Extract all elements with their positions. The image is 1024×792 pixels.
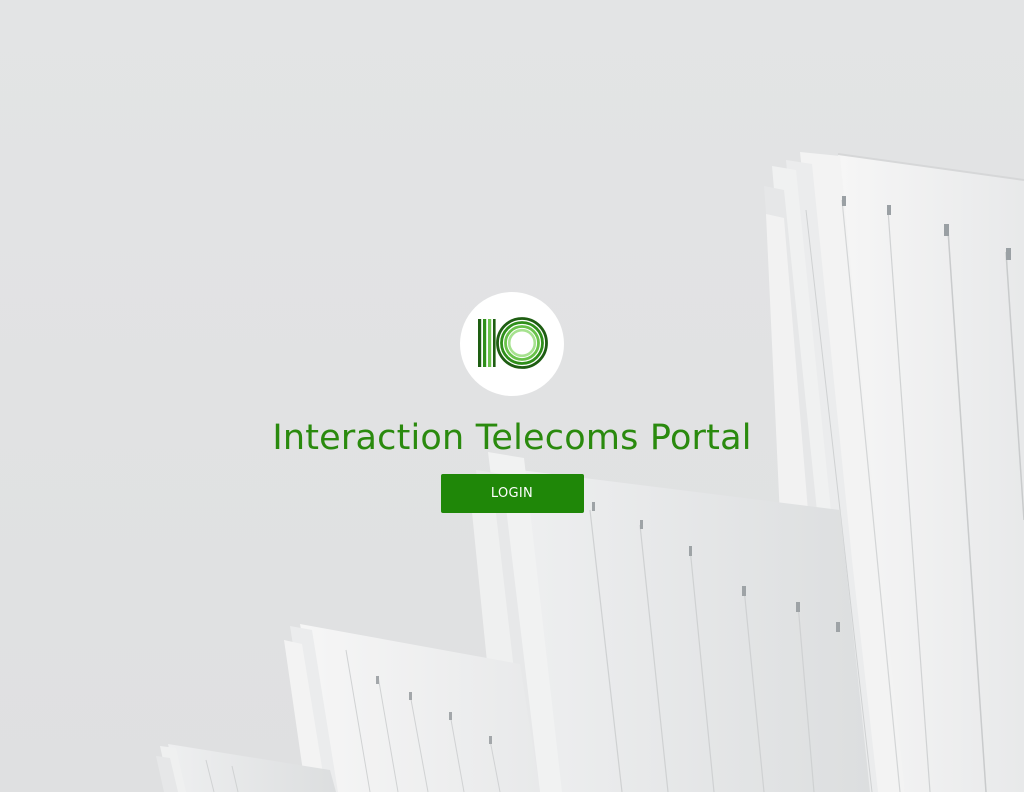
login-hero: Interaction Telecoms Portal LOGIN (0, 292, 1024, 513)
page-title: Interaction Telecoms Portal (272, 418, 752, 458)
login-button[interactable]: LOGIN (440, 474, 584, 513)
io-logo-icon (478, 317, 548, 369)
logo (460, 292, 564, 396)
